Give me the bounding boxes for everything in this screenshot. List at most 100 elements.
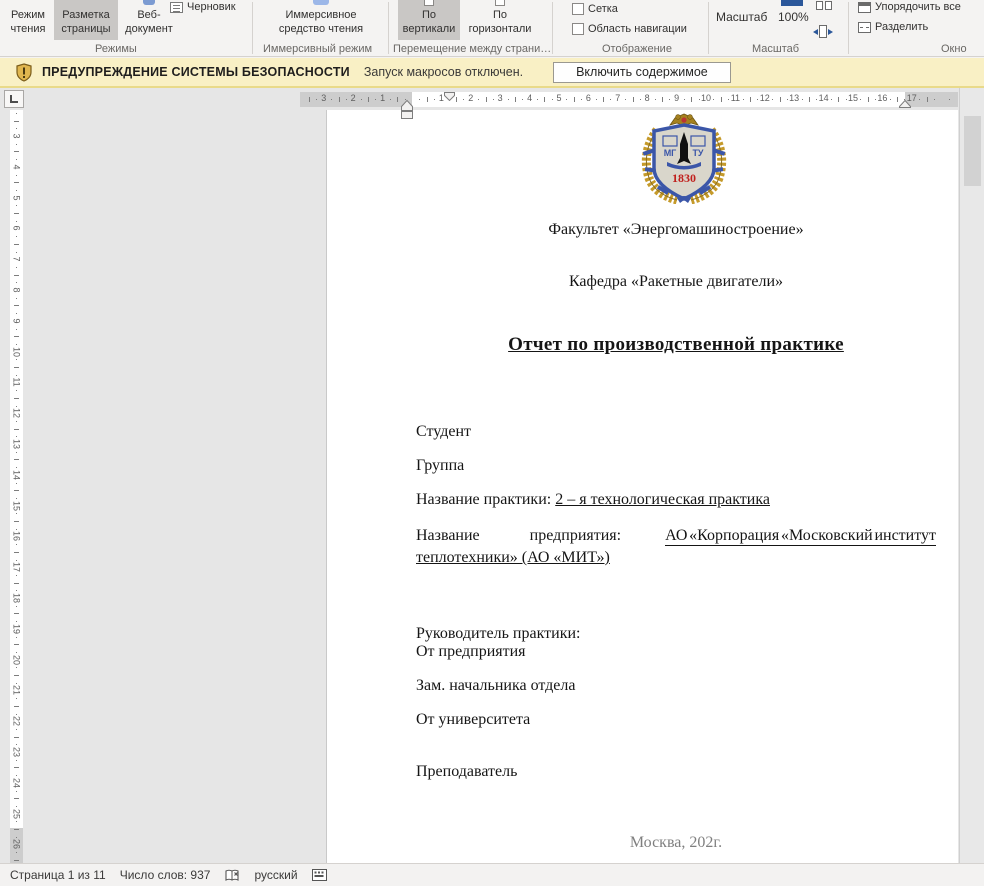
ruler-tick [331, 99, 332, 100]
navigation-pane-checkbox-row[interactable]: Область навигации [572, 23, 687, 35]
horizontal-ruler[interactable]: 1231234567891011121314151617 [300, 92, 958, 107]
student-line: Студент [416, 423, 936, 441]
first-line-indent-marker[interactable] [444, 92, 455, 101]
ruler-tick [566, 99, 567, 100]
ruler-tick [927, 97, 928, 102]
ruler-number: 1 [380, 93, 385, 103]
ruler-tick [16, 406, 17, 407]
ruler-tick [875, 99, 876, 100]
ruler-tick [14, 336, 19, 337]
ruler-number: 2 [468, 93, 473, 103]
ruler-tick [309, 97, 310, 102]
from-university-line: От университета [416, 711, 936, 729]
ruler-tick [361, 99, 362, 100]
ruler-tick [552, 99, 553, 100]
zoom-100-button[interactable]: 100% [778, 10, 809, 24]
ruler-tick [772, 99, 773, 100]
document-page[interactable]: МГ ТУ 1830 Факультет «Энергомашиностроен… [326, 110, 958, 863]
read-mode-button[interactable]: Режим чтения [4, 0, 52, 40]
report-title: Отчет по производственной практике [416, 334, 936, 356]
ruler-tick [684, 99, 685, 100]
security-warning-bar: ПРЕДУПРЕЖДЕНИЕ СИСТЕМЫ БЕЗОПАСНОСТИ Запу… [0, 58, 984, 88]
ruler-tick [16, 344, 17, 345]
ruler-tick [463, 99, 464, 100]
ruler-number: 10 [12, 346, 22, 357]
language-status[interactable]: русский [254, 868, 297, 882]
vertical-page-movement-button[interactable]: По вертикали [398, 0, 460, 40]
ruler-tick [16, 544, 17, 545]
navigation-pane-checkbox[interactable] [572, 23, 584, 35]
draft-view-button[interactable]: Черновик [170, 1, 236, 13]
ribbon-view-tab: Режим чтения Разметка страницы Веб-докум… [0, 0, 984, 57]
ruler-tick [16, 560, 17, 561]
ruler-number: 22 [12, 716, 22, 727]
arrange-all-button[interactable]: Упорядочить все [858, 1, 961, 13]
ruler-tick [16, 775, 17, 776]
ruler-tick [14, 706, 19, 707]
svg-text:МГ: МГ [664, 148, 677, 158]
ruler-number: 15 [848, 93, 858, 103]
ruler-number: 11 [731, 93, 740, 103]
ruler-number: 17 [12, 562, 22, 573]
ruler-tick [949, 99, 950, 100]
ruler-tick [14, 213, 19, 214]
ruler-tick [14, 367, 19, 368]
ruler-tick [16, 421, 17, 422]
city-year-line: Москва, 202г. [416, 834, 936, 852]
ruler-tick [16, 329, 17, 330]
enable-content-button[interactable]: Включить содержимое [553, 62, 731, 83]
ruler-tick [919, 99, 920, 100]
warning-message: Запуск макросов отключен. [364, 65, 523, 79]
horizontal-pages-icon [495, 0, 505, 6]
tab-selector[interactable] [4, 90, 24, 108]
company-line-1: Название предприятия: АО «Корпорация «Мо… [416, 527, 936, 546]
ruler-tick [655, 99, 656, 100]
page-number-status[interactable]: Страница 1 из 11 [10, 868, 106, 882]
ruler-tick [728, 99, 729, 100]
ruler-tick [713, 99, 714, 100]
group-label-window: Окно [941, 43, 967, 55]
ruler-tick [721, 97, 722, 102]
ruler-tick [16, 298, 17, 299]
ruler-number: 3 [498, 93, 503, 103]
ruler-tick [610, 99, 611, 100]
gridlines-checkbox-row[interactable]: Сетка [572, 3, 618, 15]
ruler-tick [860, 99, 861, 100]
ruler-tick [625, 99, 626, 100]
ruler-tick [838, 97, 839, 102]
ruler-number: 24 [12, 777, 22, 788]
macro-recorder-icon[interactable] [312, 869, 327, 881]
vertical-ruler[interactable]: 3456789101112131415161718192021222324252… [10, 110, 23, 863]
group-label-views: Режимы [95, 43, 137, 55]
ruler-tick [14, 829, 19, 830]
ruler-tick [493, 99, 494, 100]
ruler-tick [368, 97, 369, 102]
zoom-button[interactable]: Масштаб [716, 10, 767, 24]
ruler-tick [16, 837, 17, 838]
word-count-status[interactable]: Число слов: 937 [120, 868, 211, 882]
gridlines-checkbox[interactable] [572, 3, 584, 15]
split-button[interactable]: Разделить [858, 21, 928, 33]
ruler-tick [846, 99, 847, 100]
ruler-tick [14, 182, 19, 183]
immersive-reader-icon [313, 0, 329, 5]
ruler-tick [14, 613, 19, 614]
proofing-errors-icon[interactable] [224, 868, 240, 883]
svg-text:ТУ: ТУ [692, 148, 703, 158]
ruler-tick [14, 459, 19, 460]
document-canvas: 1231234567891011121314151617 34567891011… [0, 88, 984, 863]
ruler-tick [890, 99, 891, 100]
ruler-tick [743, 99, 744, 100]
multiple-pages-icon[interactable] [816, 1, 832, 10]
right-indent-marker[interactable] [899, 98, 911, 108]
zoom-100-icon [781, 0, 803, 6]
ruler-number: 9 [674, 93, 679, 103]
page-width-icon[interactable] [813, 25, 833, 38]
immersive-reader-button[interactable]: Иммерсивное средство чтения [262, 0, 380, 40]
hanging-indent-marker[interactable] [401, 98, 413, 119]
scrollbar-thumb[interactable] [964, 116, 981, 186]
vertical-scrollbar[interactable] [959, 88, 984, 863]
print-layout-button[interactable]: Разметка страницы [54, 0, 118, 40]
deputy-line: Зам. начальника отдела [416, 677, 936, 695]
horizontal-page-movement-button[interactable]: По горизонтали [461, 0, 539, 40]
